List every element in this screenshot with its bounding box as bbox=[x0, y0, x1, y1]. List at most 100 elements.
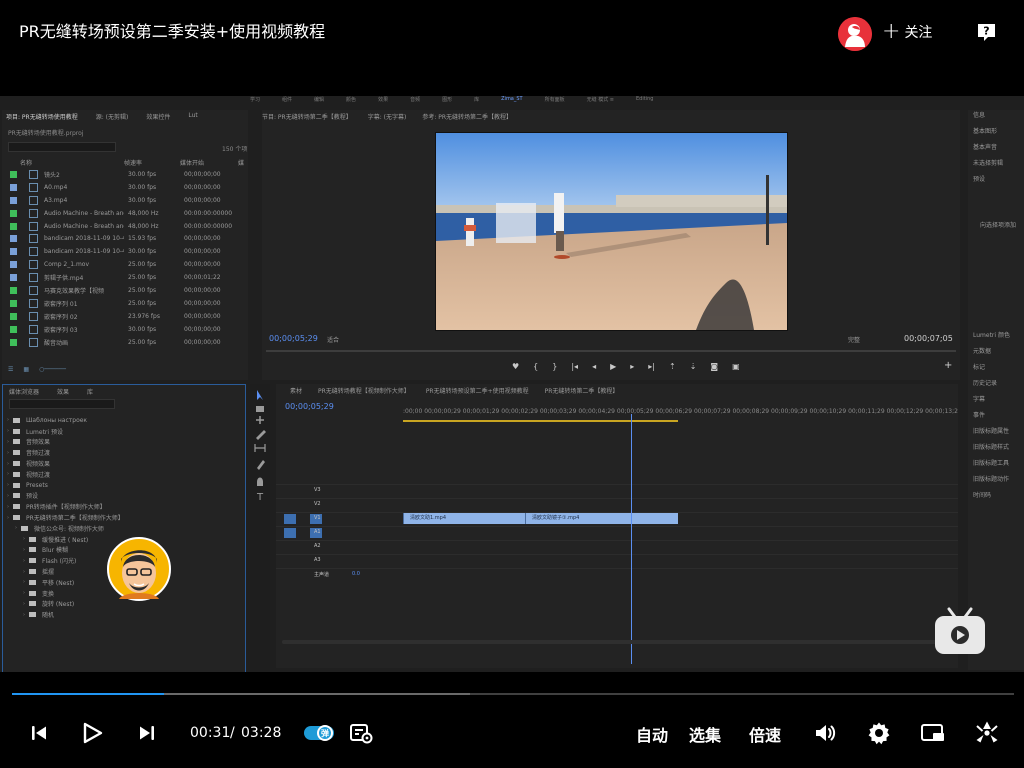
monitor-scrub-bar[interactable] bbox=[266, 350, 956, 352]
monitor-quality-select[interactable]: 完整 bbox=[848, 335, 860, 344]
effects-tree-item[interactable]: › 音频过渡 bbox=[7, 447, 243, 458]
expand-arrow-icon[interactable]: › bbox=[23, 547, 25, 553]
project-item-row[interactable]: 酸音动画 25.00 fps 00;00;00;00 bbox=[10, 336, 246, 349]
expand-arrow-icon[interactable]: › bbox=[7, 428, 9, 434]
effects-tree-item[interactable]: › 音频效果 bbox=[7, 437, 243, 448]
episodes-button[interactable]: 选集 bbox=[689, 722, 721, 746]
timeline-clip[interactable]: 清欧文助1.mp4 bbox=[403, 513, 525, 524]
workspace-menu-item[interactable]: 库 bbox=[474, 96, 479, 104]
monitor-fit-select[interactable]: 适合 bbox=[327, 335, 339, 344]
project-item-row[interactable]: 镜头2 30.00 fps 00;00;00;00 bbox=[10, 168, 246, 181]
workspace-menu-item[interactable]: 编辑 bbox=[314, 96, 324, 104]
expand-arrow-icon[interactable]: › bbox=[15, 525, 17, 531]
expand-arrow-icon[interactable]: › bbox=[7, 504, 9, 510]
hand-tool-icon[interactable] bbox=[257, 477, 263, 487]
workspace-menu-item[interactable]: 无缝 模式 ≡ bbox=[587, 96, 614, 104]
lift-icon[interactable]: ⇡ bbox=[669, 362, 676, 371]
right-panel-item[interactable]: 旧版标题工具 bbox=[973, 458, 1010, 474]
project-item-row[interactable]: 嵌套序列 03 30.00 fps 00;00;00;00 bbox=[10, 323, 246, 336]
danmaku-toggle[interactable]: 弹 bbox=[303, 721, 336, 745]
panel-tab[interactable]: 库 bbox=[87, 387, 93, 396]
project-item-row[interactable]: A0.mp4 30.00 fps 00;00;00;00 bbox=[10, 181, 246, 194]
expand-arrow-icon[interactable]: › bbox=[7, 493, 9, 499]
source-patch-box[interactable] bbox=[284, 514, 296, 524]
panel-tab[interactable]: 媒体浏览器 bbox=[9, 387, 39, 396]
right-panel-item[interactable]: Lumetri 颜色 bbox=[973, 330, 1010, 346]
right-panel-item[interactable]: 旧版标题样式 bbox=[973, 442, 1010, 458]
expand-arrow-icon[interactable]: › bbox=[7, 515, 9, 521]
effects-tree-item[interactable]: › 随机 bbox=[7, 609, 243, 620]
expand-arrow-icon[interactable]: › bbox=[23, 579, 25, 585]
panel-tab[interactable]: Lut bbox=[188, 112, 197, 121]
export-frame-icon[interactable]: ◙ bbox=[710, 362, 718, 371]
workspace-menu-item[interactable]: 音频 bbox=[410, 96, 420, 104]
pip-button[interactable] bbox=[920, 721, 946, 745]
extract-icon[interactable]: ⇣ bbox=[690, 362, 697, 371]
expand-arrow-icon[interactable]: › bbox=[23, 612, 25, 618]
timeline-playhead[interactable] bbox=[631, 414, 632, 664]
effects-tree-item[interactable]: › 视频效果 bbox=[7, 458, 243, 469]
panel-tab[interactable]: 项目: PR无缝转场使用教程 bbox=[6, 112, 78, 121]
effects-tree-item[interactable]: › Lumetri 预设 bbox=[7, 426, 243, 437]
project-item-row[interactable]: Audio Machine - Breath and 48,000 Hz 00:00… bbox=[10, 220, 246, 233]
panel-tab[interactable]: 素材 bbox=[290, 386, 302, 395]
workspace-menu-item[interactable]: 效果 bbox=[378, 96, 388, 104]
right-panel-item[interactable]: 旧版标题属性 bbox=[973, 426, 1010, 442]
step-back-icon[interactable]: ◂ bbox=[592, 362, 596, 371]
volume-button[interactable] bbox=[812, 721, 838, 745]
progress-bar[interactable] bbox=[12, 693, 1014, 695]
panel-tab[interactable]: 效果控件 bbox=[146, 112, 170, 121]
effects-tree-item[interactable]: › 视频过渡 bbox=[7, 469, 243, 480]
panel-tab[interactable]: PR无缝转场预设第二季+使用视频教程 bbox=[426, 386, 529, 395]
workspace-menu-item[interactable]: 所有面板 bbox=[545, 96, 565, 104]
right-panel-item[interactable]: 预设 bbox=[973, 174, 1003, 190]
panel-tab[interactable]: PR无缝转场第二季【教程】 bbox=[545, 386, 619, 395]
project-item-row[interactable]: A3.mp4 30.00 fps 00;00;00;00 bbox=[10, 194, 246, 207]
right-panel-item[interactable]: 历史记录 bbox=[973, 378, 1010, 394]
right-panel-item[interactable]: 时间码 bbox=[973, 490, 1010, 506]
panel-tab[interactable]: 节目: PR无缝转场第二季【教程】 bbox=[262, 112, 352, 121]
settings-button[interactable] bbox=[866, 721, 892, 745]
timeline-scrollbar[interactable] bbox=[282, 640, 952, 644]
project-item-row[interactable]: 马赛克效果教学【视频 25.00 fps 00;00;00;00 bbox=[10, 284, 246, 297]
expand-arrow-icon[interactable]: › bbox=[7, 471, 9, 477]
selection-tool-icon[interactable] bbox=[257, 390, 263, 400]
panel-tab[interactable]: 字幕: (无字幕) bbox=[368, 112, 407, 121]
step-forward-icon[interactable]: ▸ bbox=[630, 362, 634, 371]
button-editor-icon[interactable]: ▣ bbox=[732, 362, 740, 371]
effects-tree-item[interactable]: › 预设 bbox=[7, 491, 243, 502]
slip-tool-icon[interactable] bbox=[254, 444, 266, 452]
project-item-row[interactable]: Audio Machine - Breath and 48,000 Hz 00:00… bbox=[10, 207, 246, 220]
expand-arrow-icon[interactable]: › bbox=[23, 558, 25, 564]
source-patch-box[interactable] bbox=[284, 528, 296, 538]
type-tool-icon[interactable]: T bbox=[256, 492, 264, 503]
project-item-row[interactable]: bandicam 2018-11-09 10-47- 30.00 fps 00;00… bbox=[10, 245, 246, 258]
project-item-row[interactable]: Comp 2_1.mov 25.00 fps 00;00;00;00 bbox=[10, 258, 246, 271]
right-panel-item[interactable]: 元数据 bbox=[973, 346, 1010, 362]
go-to-out-icon[interactable]: ▸| bbox=[648, 362, 655, 371]
marker-icon[interactable]: ♥ bbox=[512, 362, 519, 371]
project-item-row[interactable]: 剪辑子供.mp4 25.00 fps 00;00;01;22 bbox=[10, 271, 246, 284]
project-search-input[interactable] bbox=[8, 142, 116, 152]
effects-tree-item[interactable]: › Шаблоны настроек bbox=[7, 415, 243, 426]
expand-arrow-icon[interactable]: › bbox=[23, 601, 25, 607]
expand-arrow-icon[interactable]: › bbox=[7, 439, 9, 445]
project-item-row[interactable]: bandicam 2018-11-09 10-42- 15.93 fps 00;00… bbox=[10, 232, 246, 245]
previous-button[interactable] bbox=[28, 721, 50, 745]
track-select-icon[interactable] bbox=[256, 406, 264, 412]
timeline-clip[interactable]: 清欧文助镜子①.mp4 bbox=[525, 513, 678, 524]
expand-arrow-icon[interactable]: › bbox=[7, 482, 9, 488]
video-frame[interactable]: 学习 组件 编辑 颜色 效果 音频 图形库 Zima_ST 所有面板 无缝 模式 ≡ Editing… bbox=[0, 96, 1024, 672]
speed-button[interactable]: 倍速 bbox=[749, 722, 781, 746]
fullscreen-button[interactable] bbox=[974, 721, 1000, 745]
pen-tool-icon[interactable] bbox=[257, 460, 265, 470]
razor-tool-icon[interactable] bbox=[256, 430, 266, 440]
help-button[interactable]: ? bbox=[976, 22, 997, 43]
uploader-avatar[interactable] bbox=[838, 17, 872, 51]
ripple-edit-icon[interactable] bbox=[256, 416, 264, 424]
workspace-menu-item[interactable]: Editing bbox=[636, 96, 653, 104]
expand-arrow-icon[interactable]: › bbox=[7, 461, 9, 467]
right-panel-item[interactable]: 基本声音 bbox=[973, 142, 1003, 158]
go-to-in-icon[interactable]: |◂ bbox=[571, 362, 578, 371]
follow-button[interactable]: + 关注 bbox=[882, 21, 932, 43]
